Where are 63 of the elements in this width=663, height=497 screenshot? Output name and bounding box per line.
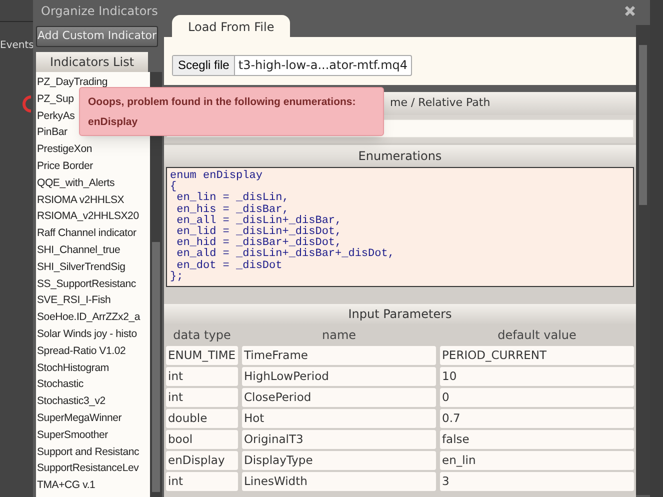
list-item[interactable]: SoeHoe.ID_ArrZZx2_a [36, 309, 150, 326]
list-item[interactable]: PrestigeXon [36, 141, 150, 158]
param-field[interactable]: double [166, 409, 238, 428]
column-header: name [320, 327, 358, 344]
param-field[interactable]: 10 [440, 367, 634, 386]
list-item[interactable]: SHI_Channel_true [36, 242, 150, 259]
column-header: default value [496, 327, 578, 344]
panel-label: Events [0, 39, 33, 53]
param-field[interactable]: OriginalT3 [242, 430, 436, 449]
column-header: data type [172, 327, 232, 344]
param-field[interactable]: DisplayType [242, 451, 436, 470]
list-item[interactable]: SupportResistanceLev [36, 460, 150, 478]
ring-icon [22, 95, 32, 113]
list-item[interactable]: Stochastic3_v2 [36, 393, 150, 410]
window-title: Organize Indicators [41, 3, 158, 20]
param-field[interactable]: bool [166, 430, 238, 449]
param-field[interactable]: TimeFrame [242, 346, 436, 365]
list-item[interactable]: Solar Winds joy - histo [36, 326, 150, 343]
list-item[interactable]: Price Border [36, 158, 150, 175]
param-field[interactable]: int [166, 472, 238, 491]
param-field[interactable]: PERIOD_CURRENT [440, 346, 634, 365]
close-icon[interactable] [624, 5, 636, 17]
list-item[interactable]: RSIOMA_v2HHLSX20 [36, 208, 150, 226]
choose-file-button[interactable]: Scegli file [173, 56, 236, 74]
list-header: Indicators List [36, 52, 148, 72]
file-name: t3-high-low-a...ator-mtf.mq4 [237, 57, 409, 74]
code-box: enum enDisplay { en_lin = _disLin, en_his = _disBar, en_all = _disLin+_disBar, en_lid = _disLin+_disDot, en_hid = _disBar+_disDot, en_ald = _disLin+_disBar+_disDot, en_dot = _disDot }; [166, 167, 634, 287]
tab[interactable]: Load From File [172, 15, 290, 39]
param-field[interactable]: int [166, 367, 238, 386]
param-field[interactable]: enDisplay [166, 451, 238, 470]
section-title: me / Relative Path [390, 95, 490, 112]
param-field[interactable]: ClosePeriod [242, 388, 436, 407]
error-message: Ooops, problem found in the following enumerations: [88, 96, 357, 109]
list-item[interactable]: SuperMegaWinner [36, 410, 150, 427]
file-field[interactable]: Scegli file t3-high-low-a...ator-mtf.mq4 [172, 54, 412, 76]
list-item[interactable]: SHI_SilverTrendSig [36, 258, 150, 276]
list-item[interactable]: Support and Resistanc [36, 444, 150, 460]
param-field[interactable]: LinesWidth [242, 472, 436, 491]
list-item[interactable]: RSIOMA v2HHLSX [36, 192, 150, 208]
list-item[interactable]: Stochastic [36, 376, 150, 394]
param-field[interactable]: 0.7 [440, 409, 634, 428]
list-item[interactable]: Spread-Ratio V1.02 [36, 342, 150, 360]
param-field[interactable]: en_lin [440, 451, 634, 470]
list-item[interactable]: SS_SupportResistanc [36, 276, 150, 292]
param-field[interactable]: HighLowPeriod [242, 367, 436, 386]
section-title: Input Parameters [164, 304, 636, 324]
list-item[interactable]: PZ_DayTrading [36, 74, 150, 91]
section-title: Enumerations [164, 145, 636, 167]
param-field[interactable]: Hot [242, 409, 436, 428]
error-detail: enDisplay [88, 116, 139, 129]
list-item[interactable]: QQE_with_Alerts [36, 174, 150, 192]
list-item[interactable]: TMA+CG v.1 [36, 477, 150, 494]
param-field[interactable]: 3 [440, 472, 634, 491]
param-field[interactable]: ENUM_TIME [166, 346, 238, 365]
list-item[interactable]: Raff Channel indicator [36, 225, 150, 242]
add-custom-indicator-button[interactable]: Add Custom Indicator [36, 26, 158, 47]
param-field[interactable]: int [166, 388, 238, 407]
scrollbar[interactable] [636, 25, 650, 495]
list-item[interactable]: StochHistogram [36, 360, 150, 376]
param-field[interactable]: false [440, 430, 634, 449]
param-field[interactable]: 0 [440, 388, 634, 407]
list-item[interactable]: SuperSmoother [36, 426, 150, 444]
list-item[interactable]: SVE_RSI_I-Fish [36, 292, 150, 310]
